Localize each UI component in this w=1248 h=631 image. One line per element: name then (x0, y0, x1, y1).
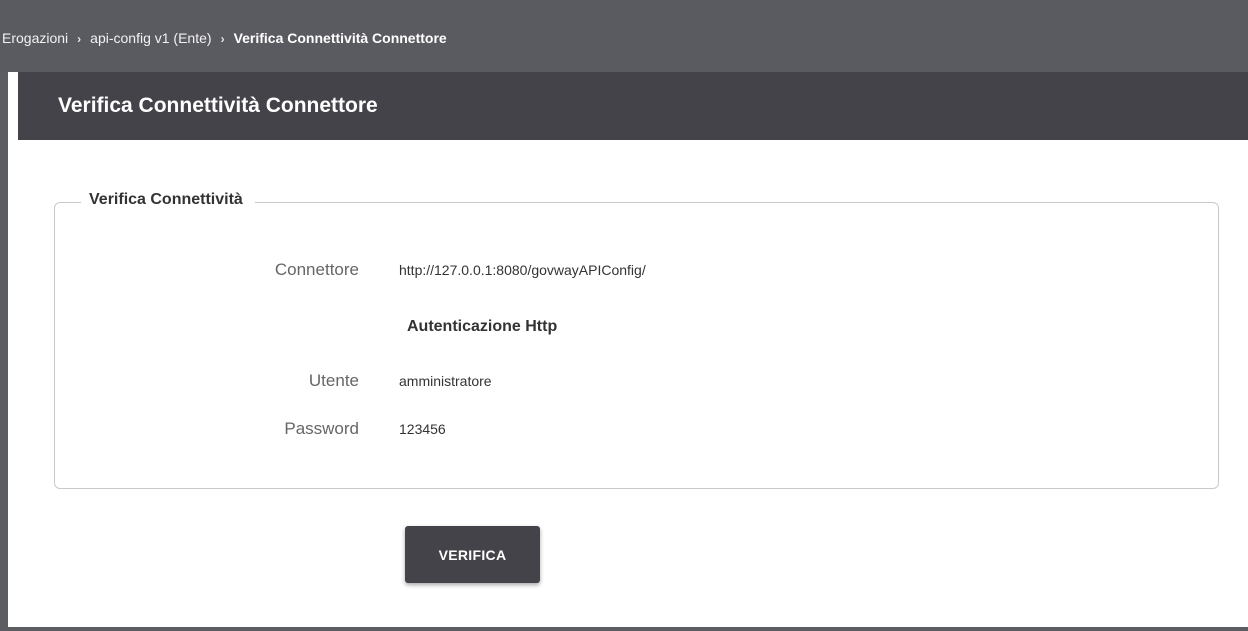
utente-row: Utente amministratore (55, 369, 1218, 393)
connettore-label: Connettore (274, 260, 359, 279)
verifica-button[interactable]: VERIFICA (405, 526, 540, 583)
breadcrumb-item-current: Verifica Connettività Connettore (233, 30, 447, 46)
fieldset-legend: Verifica Connettività (81, 191, 255, 209)
connettore-value: http://127.0.0.1:8080/govwayAPIConfig/ (399, 262, 646, 278)
utente-value: amministratore (399, 373, 492, 389)
password-value: 123456 (399, 421, 446, 437)
content-panel: Verifica Connettività Connettore Verific… (8, 72, 1248, 627)
breadcrumb: Erogazioni › api-config v1 (Ente) › Veri… (0, 0, 1248, 72)
auth-section-row: Autenticazione Http (55, 315, 1218, 339)
password-row: Password 123456 (55, 417, 1218, 441)
password-label: Password (284, 419, 359, 438)
utente-label: Utente (308, 371, 359, 390)
connettore-row: Connettore http://127.0.0.1:8080/govwayA… (55, 258, 1218, 282)
page-title: Verifica Connettività Connettore (18, 72, 1248, 140)
breadcrumb-item-erogazioni[interactable]: Erogazioni (2, 30, 68, 46)
chevron-right-icon: › (77, 32, 82, 46)
bottom-border (0, 627, 1248, 631)
app-frame: Erogazioni › api-config v1 (Ente) › Veri… (0, 0, 1248, 631)
auth-section-title: Autenticazione Http (407, 318, 558, 335)
breadcrumb-item-api-config[interactable]: api-config v1 (Ente) (90, 30, 211, 46)
chevron-right-icon: › (220, 32, 225, 46)
verifica-connettivita-fieldset: Verifica Connettività Connettore http://… (54, 191, 1219, 489)
